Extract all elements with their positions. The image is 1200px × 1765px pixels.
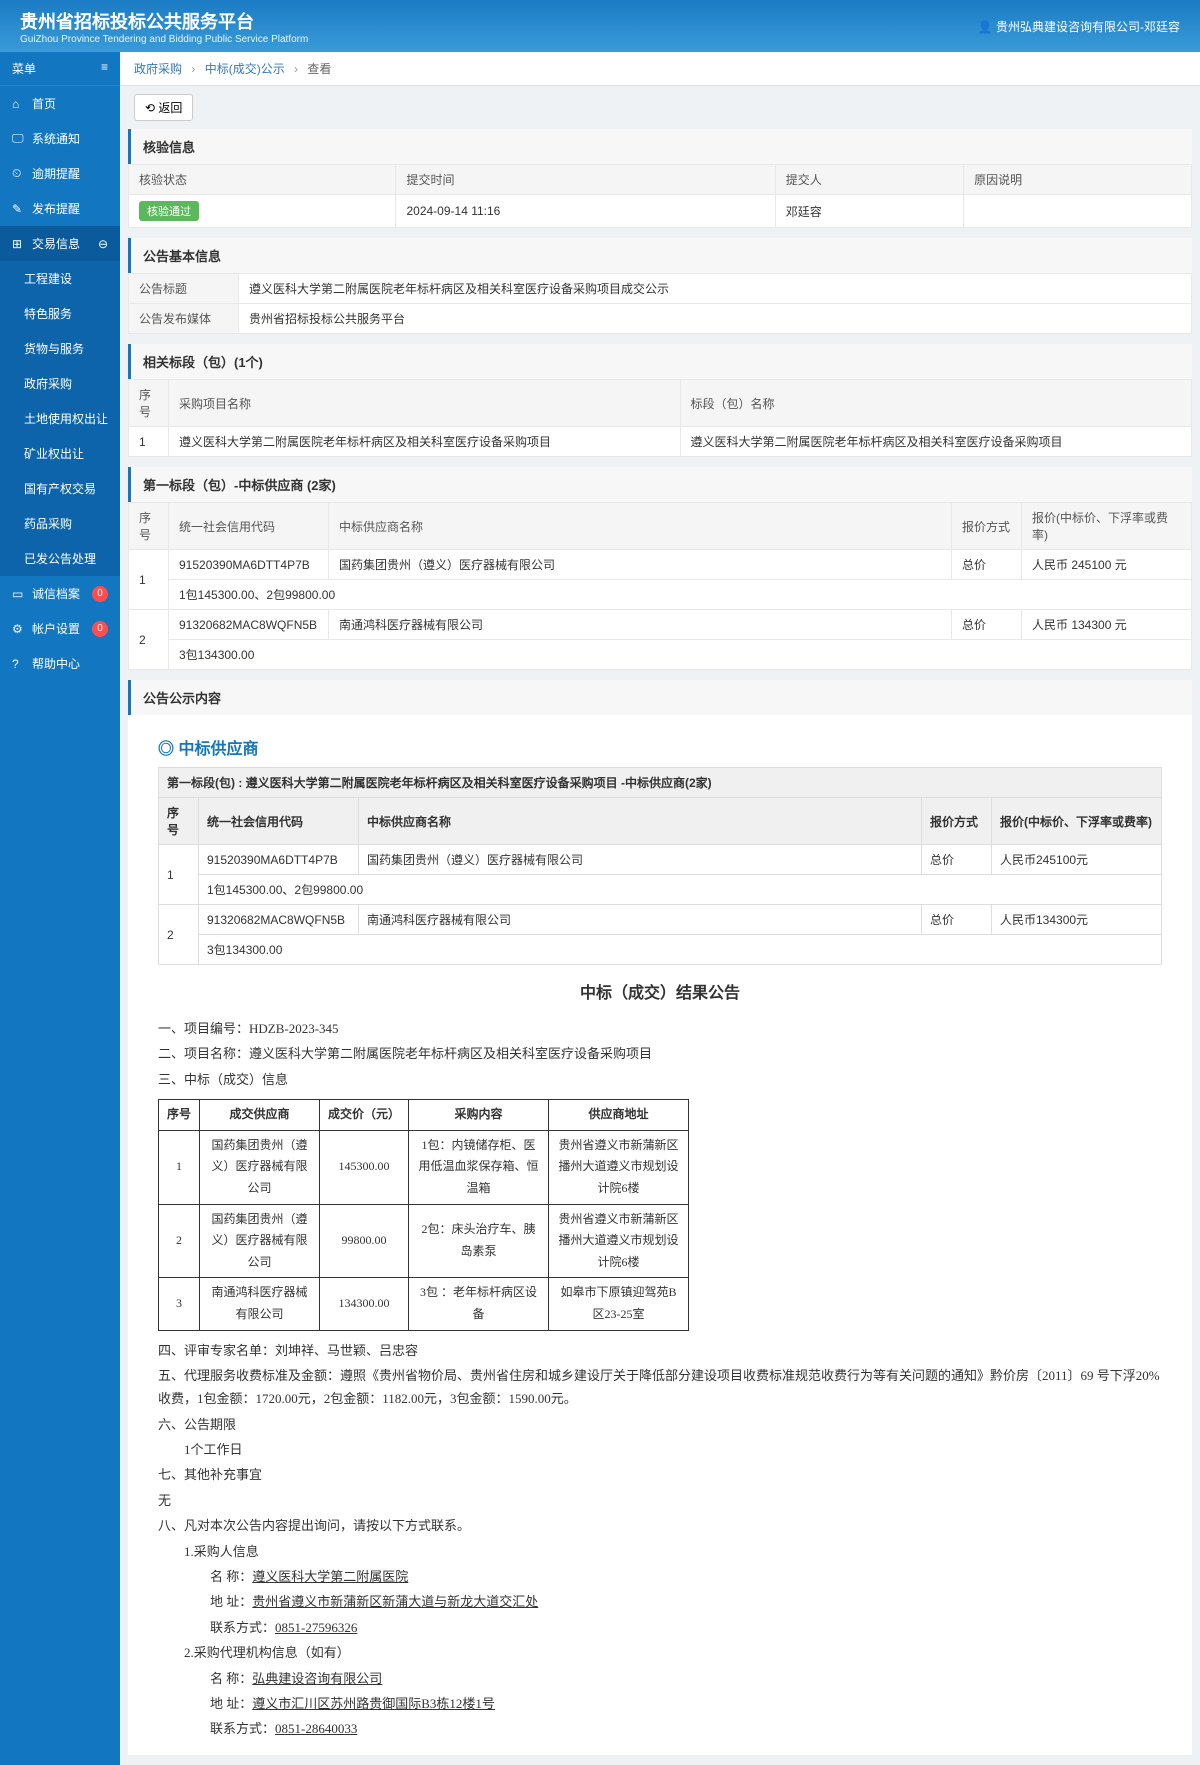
back-button[interactable]: ⟲ 返回	[134, 94, 193, 121]
breadcrumb-2[interactable]: 中标(成交)公示	[205, 62, 285, 76]
sections-title: 相关标段（包）(1个)	[128, 344, 1192, 379]
app-title: 贵州省招标投标公共服务平台	[20, 8, 308, 34]
menu-icon: ▭	[12, 587, 26, 601]
sidebar-item[interactable]: 🖵系统通知	[0, 121, 120, 156]
sidebar-item[interactable]: ?帮助中心	[0, 646, 120, 681]
sidebar-item[interactable]: ⊞交易信息⊖	[0, 226, 120, 261]
sidebar-subitem[interactable]: 特色服务	[0, 296, 120, 331]
app-header: 贵州省招标投标公共服务平台 GuiZhou Province Tendering…	[0, 0, 1200, 52]
sidebar-item[interactable]: ✎发布提醒	[0, 191, 120, 226]
supplier-heading: 中标供应商	[158, 727, 1162, 767]
expand-icon: ⊖	[98, 237, 108, 251]
sidebar-item[interactable]: ⌂首页	[0, 86, 120, 121]
sidebar-subitem[interactable]: 土地使用权出让	[0, 401, 120, 436]
app-subtitle: GuiZhou Province Tendering and Bidding P…	[20, 34, 308, 45]
breadcrumb: 政府采购 › 中标(成交)公示 › 查看	[120, 52, 1200, 86]
verify-title: 核验信息	[128, 129, 1192, 164]
sidebar: 菜单 ≡ ⌂首页🖵系统通知⏲逾期提醒✎发布提醒⊞交易信息⊖ 工程建设特色服务货物…	[0, 52, 120, 1765]
main-content: 政府采购 › 中标(成交)公示 › 查看 ⟲ 返回 核验信息 核验状态 提交时间…	[120, 52, 1200, 1765]
sidebar-subitem[interactable]: 货物与服务	[0, 331, 120, 366]
menu-icon: ⚙	[12, 622, 26, 636]
inner-supplier-table: 第一标段(包) : 遵义医科大学第二附属医院老年标杆病区及相关科室医疗设备采购项…	[158, 767, 1162, 965]
breadcrumb-1[interactable]: 政府采购	[134, 62, 182, 76]
menu-header: 菜单 ≡	[0, 52, 120, 86]
winners-title: 第一标段（包）-中标供应商 (2家)	[128, 467, 1192, 502]
winners-table: 序号 统一社会信用代码 中标供应商名称 报价方式 报价(中标价、下浮率或费率) …	[128, 502, 1192, 670]
sidebar-subitem[interactable]: 已发公告处理	[0, 541, 120, 576]
sidebar-subitem[interactable]: 政府采购	[0, 366, 120, 401]
badge-icon: 0	[92, 586, 108, 602]
sidebar-item[interactable]: ⚙帐户设置0	[0, 611, 120, 646]
menu-icon: ?	[12, 657, 26, 671]
sidebar-subitem[interactable]: 药品采购	[0, 506, 120, 541]
announcement-body: 一、项目编号：HDZB-2023-345 二、项目名称：遵义医科大学第二附属医院…	[158, 1017, 1162, 1741]
sidebar-subitem[interactable]: 工程建设	[0, 261, 120, 296]
result-table: 序号 成交供应商 成交价（元） 采购内容 供应商地址 1国药集团贵州（遵义）医疗…	[158, 1099, 689, 1330]
sidebar-subitem[interactable]: 矿业权出让	[0, 436, 120, 471]
breadcrumb-3: 查看	[307, 62, 331, 76]
announcement-title: 中标（成交）结果公告	[158, 979, 1162, 1003]
sidebar-item[interactable]: ⏲逾期提醒	[0, 156, 120, 191]
menu-icon: ⌂	[12, 97, 26, 111]
menu-icon: ⊞	[12, 237, 26, 251]
sidebar-item[interactable]: ▭诚信档案0	[0, 576, 120, 611]
menu-icon: ✎	[12, 202, 26, 216]
menu-collapse-icon[interactable]: ≡	[101, 60, 108, 77]
menu-icon: 🖵	[12, 131, 26, 146]
content-title: 公告公示内容	[128, 680, 1192, 715]
badge-icon: 0	[92, 621, 108, 637]
verify-table: 核验状态 提交时间 提交人 原因说明 核验通过 2024-09-14 11:16…	[128, 164, 1192, 228]
basic-title: 公告基本信息	[128, 238, 1192, 273]
user-label[interactable]: 贵州弘典建设咨询有限公司-邓廷容	[978, 18, 1180, 35]
sections-table: 序号采购项目名称标段（包）名称 1遵义医科大学第二附属医院老年标杆病区及相关科室…	[128, 379, 1192, 457]
sidebar-subitem[interactable]: 国有产权交易	[0, 471, 120, 506]
status-badge: 核验通过	[139, 201, 199, 221]
menu-icon: ⏲	[12, 166, 26, 181]
